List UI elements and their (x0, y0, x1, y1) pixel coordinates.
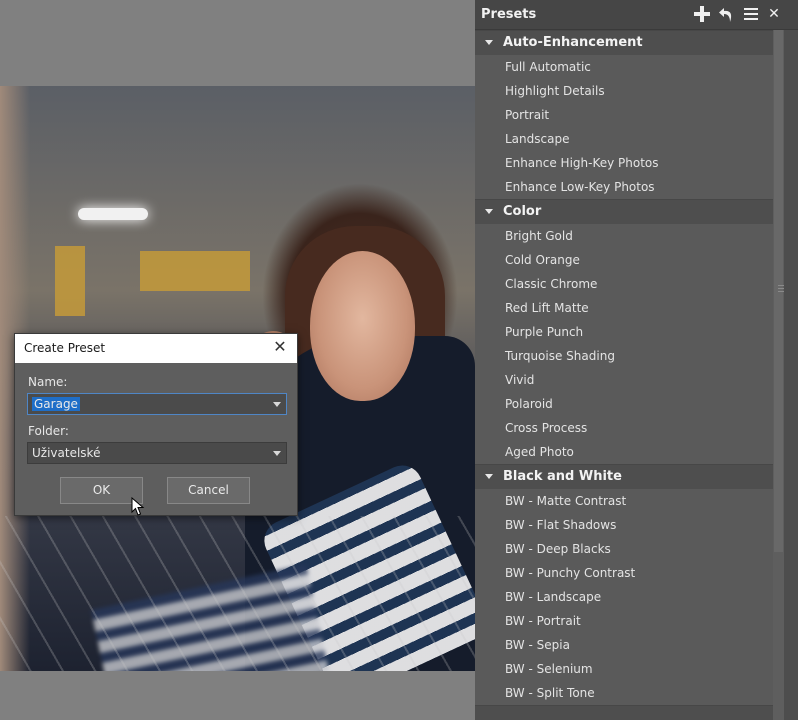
preset-item[interactable]: Enhance High-Key Photos (475, 151, 773, 175)
dialog-title: Create Preset (24, 341, 106, 355)
preset-item[interactable]: BW - Portrait (475, 609, 773, 633)
presets-list: Auto-Enhancement Full Automatic Highligh… (475, 30, 773, 720)
resize-grip[interactable] (778, 291, 784, 292)
photo-shopping-cart (0, 516, 475, 671)
preset-label: Classic Chrome (505, 277, 598, 291)
preset-label: Enhance Low-Key Photos (505, 180, 655, 194)
preset-item[interactable]: Enhance Low-Key Photos (475, 175, 773, 199)
preset-label: BW - Selenium (505, 662, 593, 676)
resize-grip[interactable] (778, 285, 784, 286)
cancel-button[interactable]: Cancel (167, 477, 250, 504)
preset-item[interactable]: Bright Gold (475, 224, 773, 248)
preset-item[interactable]: Cold Orange (475, 248, 773, 272)
name-label: Name: (28, 375, 68, 389)
preset-label: Polaroid (505, 397, 553, 411)
preset-item[interactable]: BW - Punchy Contrast (475, 561, 773, 585)
menu-icon[interactable] (742, 5, 760, 23)
preset-label: Landscape (505, 132, 570, 146)
photo-wall-stripe (140, 251, 250, 291)
panel-edge-strip (784, 30, 798, 720)
chevron-down-icon[interactable] (268, 443, 286, 463)
preset-item[interactable]: Vivid (475, 368, 773, 392)
collapse-triangle-icon[interactable] (485, 209, 493, 214)
preset-item[interactable]: Cross Process (475, 416, 773, 440)
preset-item[interactable]: Full Automatic (475, 55, 773, 79)
category-label: Auto-Enhancement (503, 35, 643, 50)
category-label: Black and White (503, 469, 622, 484)
preset-item[interactable]: BW - Landscape (475, 585, 773, 609)
preset-item[interactable]: BW - Matte Contrast (475, 489, 773, 513)
preset-label: Full Automatic (505, 60, 591, 74)
preset-label: BW - Portrait (505, 614, 581, 628)
preset-label: BW - Deep Blacks (505, 542, 611, 556)
category-next-partial[interactable] (475, 705, 773, 720)
presets-scrollbar[interactable] (773, 30, 784, 720)
folder-select[interactable]: Uživatelské (27, 442, 287, 464)
close-icon[interactable]: ✕ (765, 5, 783, 23)
name-combobox[interactable]: Garage (27, 393, 287, 415)
preset-item[interactable]: Classic Chrome (475, 272, 773, 296)
folder-label: Folder: (28, 424, 69, 438)
collapse-triangle-icon[interactable] (485, 474, 493, 479)
chevron-down-icon[interactable] (268, 394, 286, 414)
photo-pillar (55, 246, 85, 316)
dialog-titlebar[interactable]: Create Preset ✕ (15, 334, 297, 363)
folder-value: Uživatelské (32, 446, 101, 460)
preset-item[interactable]: Polaroid (475, 392, 773, 416)
preset-item[interactable]: BW - Sepia (475, 633, 773, 657)
preset-label: BW - Matte Contrast (505, 494, 627, 508)
undo-icon[interactable] (718, 5, 736, 23)
preset-item[interactable]: Landscape (475, 127, 773, 151)
create-preset-dialog: Create Preset ✕ Name: Garage Folder: Uži… (14, 333, 298, 516)
preset-label: Turquoise Shading (505, 349, 615, 363)
resize-grip[interactable] (778, 288, 784, 289)
plus-icon[interactable] (693, 5, 711, 23)
preset-label: BW - Flat Shadows (505, 518, 617, 532)
collapse-triangle-icon[interactable] (485, 40, 493, 45)
panel-title: Presets (481, 7, 537, 22)
preset-label: BW - Punchy Contrast (505, 566, 636, 580)
preset-label: Cross Process (505, 421, 588, 435)
preset-label: Vivid (505, 373, 535, 387)
photo-face (310, 251, 415, 401)
preset-label: Aged Photo (505, 445, 574, 459)
preset-item[interactable]: BW - Flat Shadows (475, 513, 773, 537)
preset-item[interactable]: BW - Split Tone (475, 681, 773, 705)
preset-label: Portrait (505, 108, 550, 122)
preset-item[interactable]: Highlight Details (475, 79, 773, 103)
close-icon[interactable]: ✕ (271, 338, 289, 356)
category-label: Color (503, 204, 542, 219)
category-color[interactable]: Color (475, 199, 773, 224)
preset-item[interactable]: BW - Deep Blacks (475, 537, 773, 561)
preset-label: Highlight Details (505, 84, 605, 98)
preset-label: BW - Sepia (505, 638, 570, 652)
preset-label: Cold Orange (505, 253, 580, 267)
preset-item[interactable]: Portrait (475, 103, 773, 127)
mouse-cursor-icon (131, 497, 145, 516)
presets-header: Presets ✕ (475, 0, 798, 30)
presets-panel: Presets ✕ Auto-Enhancement Full Automati… (475, 0, 798, 720)
preset-label: BW - Split Tone (505, 686, 595, 700)
preset-item[interactable]: Aged Photo (475, 440, 773, 464)
preset-item[interactable]: Purple Punch (475, 320, 773, 344)
preset-item[interactable]: Turquoise Shading (475, 344, 773, 368)
preset-label: BW - Landscape (505, 590, 602, 604)
preset-label: Red Lift Matte (505, 301, 589, 315)
preset-label: Purple Punch (505, 325, 584, 339)
preset-label: Enhance High-Key Photos (505, 156, 659, 170)
preset-label: Bright Gold (505, 229, 573, 243)
preset-item[interactable]: BW - Selenium (475, 657, 773, 681)
photo-ceiling-light (78, 208, 148, 220)
name-input[interactable]: Garage (32, 397, 80, 411)
preset-item[interactable]: Red Lift Matte (475, 296, 773, 320)
category-auto-enhancement[interactable]: Auto-Enhancement (475, 30, 773, 55)
category-black-and-white[interactable]: Black and White (475, 464, 773, 489)
